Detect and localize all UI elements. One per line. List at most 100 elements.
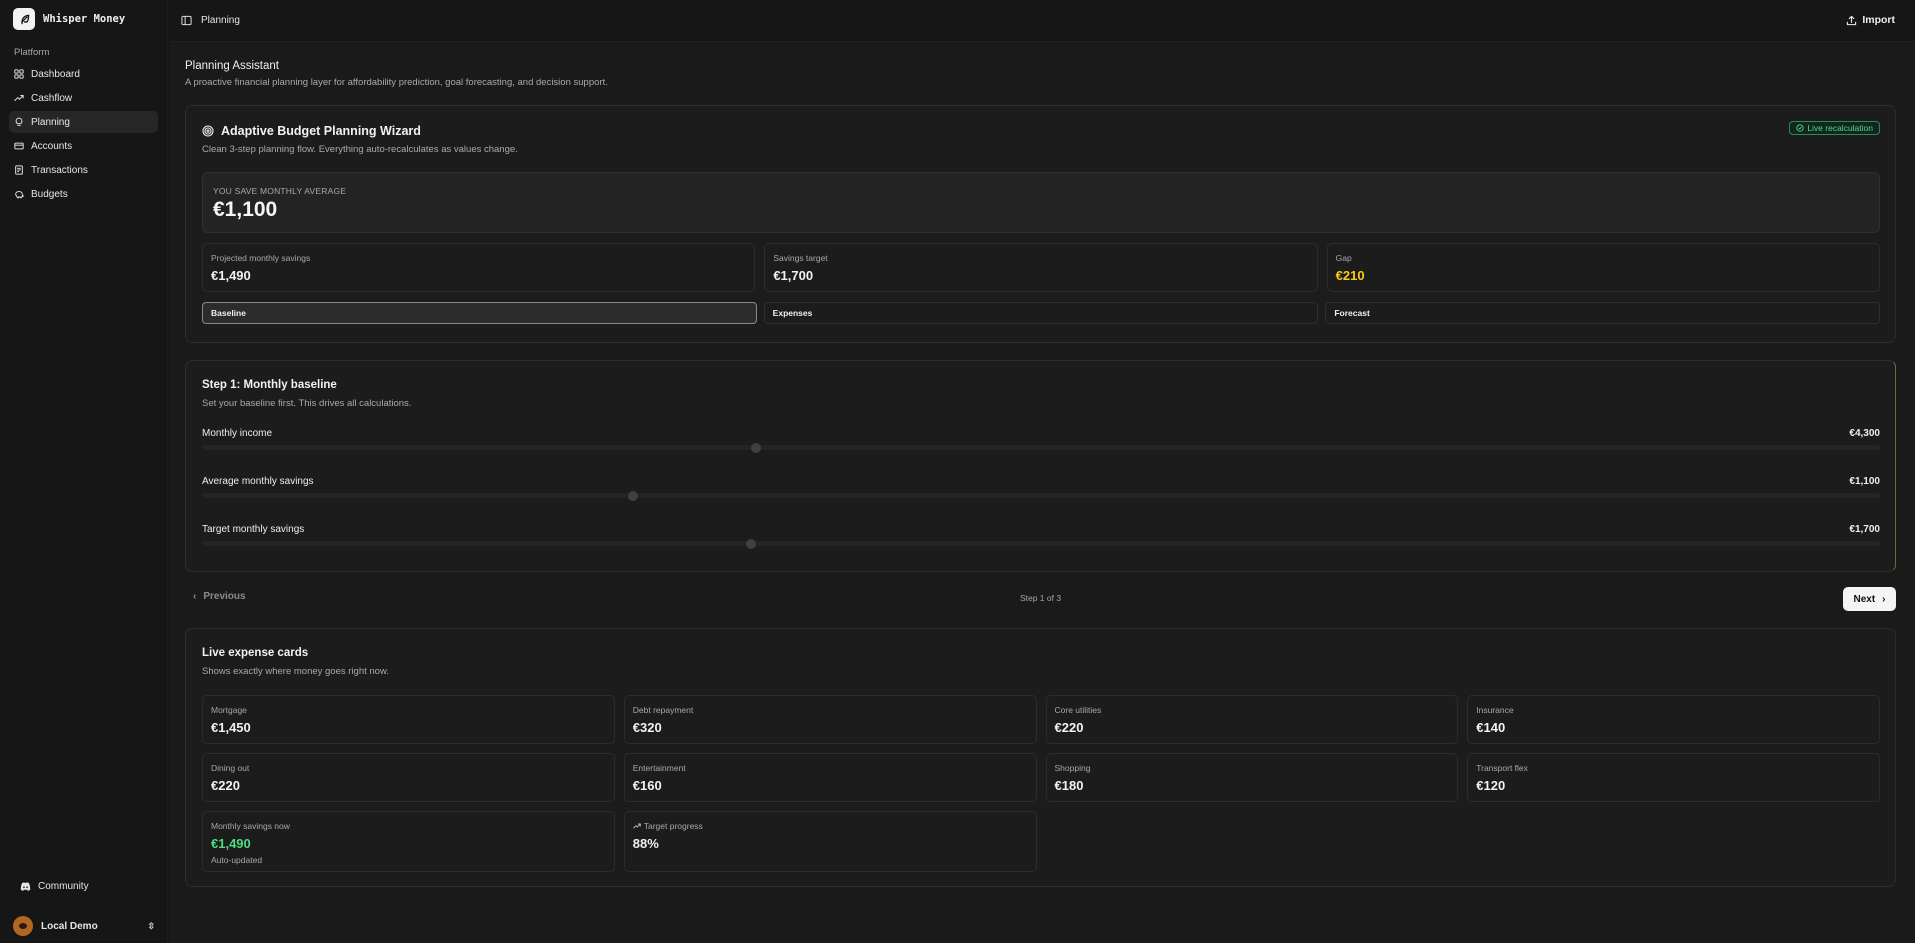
- expense-grid: Mortgage €1,450 Debt repayment €320 Core u…: [202, 695, 1880, 872]
- next-button[interactable]: Next ›: [1843, 587, 1896, 611]
- stat-card-target: Savings target €1,700: [764, 243, 1318, 292]
- expense-label: Dining out: [211, 763, 250, 773]
- wizard-heading: Adaptive Budget Planning Wizard: [202, 124, 421, 138]
- stat-label: Gap: [1335, 253, 1352, 263]
- expense-label: Mortgage: [211, 705, 247, 715]
- expense-card: Entertainment €160: [623, 753, 1037, 802]
- slider-label: Monthly income: [202, 428, 273, 439]
- sidebar-item-label: Cashflow: [31, 92, 73, 104]
- user-menu[interactable]: Local Demo ⇳: [13, 916, 155, 936]
- live-expense-cards: Live expense cards Shows exactly where m…: [185, 628, 1896, 887]
- expense-value: €220: [211, 778, 240, 793]
- baseline-title: Step 1: Monthly baseline: [202, 379, 337, 391]
- trend-up-icon: [632, 823, 641, 829]
- slider-value: €1,700: [1849, 524, 1880, 535]
- piggy-bank-icon: [15, 191, 24, 199]
- savings-now-note: Auto-updated: [211, 855, 263, 865]
- app-name: Whisper Money: [43, 13, 126, 25]
- community-label: Community: [38, 881, 89, 892]
- slider-target-savings: Target monthly savings €1,700: [202, 524, 1880, 552]
- tab-baseline[interactable]: Baseline: [202, 302, 757, 324]
- breadcrumb: Planning: [201, 15, 240, 26]
- stat-card-projected: Projected monthly savings €1,490: [202, 243, 756, 292]
- expense-label: Transport flex: [1476, 763, 1528, 773]
- sidebar-item-dashboard[interactable]: Dashboard: [9, 63, 158, 85]
- lightbulb-icon: [15, 117, 23, 126]
- slider-thumb[interactable]: [745, 538, 756, 549]
- expense-value: €160: [632, 778, 662, 793]
- expenses-title: Live expense cards: [202, 647, 309, 659]
- sidebar-item-accounts[interactable]: Accounts: [9, 135, 158, 157]
- hero-value: €1,100: [213, 198, 278, 221]
- expense-card: Core utilities €220: [1045, 695, 1459, 744]
- tab-forecast[interactable]: Forecast: [1325, 302, 1881, 324]
- expense-card: Transport flex €120: [1467, 753, 1880, 802]
- target-progress-card: Target progress 88%: [623, 811, 1037, 872]
- import-button[interactable]: Import: [1846, 14, 1895, 26]
- expense-label: Insurance: [1476, 705, 1514, 715]
- slider-thumb[interactable]: [628, 490, 639, 501]
- stat-value: €210: [1335, 268, 1365, 283]
- sidebar-item-cashflow[interactable]: Cashflow: [9, 87, 158, 109]
- expense-value: €180: [1054, 778, 1084, 793]
- avatar: [13, 916, 33, 936]
- card-icon: [14, 142, 24, 150]
- sidebar-group-label: Platform: [14, 47, 50, 58]
- expense-card: Dining out €220: [202, 753, 615, 802]
- page-title: Planning Assistant: [185, 60, 279, 72]
- slider-track[interactable]: [202, 490, 1880, 501]
- grid-icon: [14, 69, 24, 79]
- sidebar-toggle-icon[interactable]: [181, 15, 192, 26]
- check-circle-icon: [1796, 124, 1804, 132]
- tab-expenses[interactable]: Expenses: [763, 302, 1319, 324]
- slider-track[interactable]: [202, 442, 1880, 453]
- expense-label: Entertainment: [632, 763, 686, 773]
- status-badge: Live recalculation: [1789, 121, 1880, 135]
- brand[interactable]: Whisper Money: [13, 8, 125, 30]
- discord-icon: [20, 882, 31, 891]
- expense-card: Shopping €180: [1045, 753, 1459, 802]
- step-indicator: Step 1 of 3: [1019, 593, 1062, 603]
- import-label: Import: [1862, 14, 1895, 26]
- slider-track[interactable]: [202, 538, 1880, 549]
- status-badge-label: Live recalculation: [1807, 123, 1873, 133]
- feather-logo-icon: [13, 8, 35, 30]
- savings-now-card: Monthly savings now €1,490 Auto-updated: [202, 811, 615, 872]
- sidebar-nav: Dashboard Cashflow Planning Accounts Tra…: [9, 63, 158, 207]
- stat-label: Savings target: [773, 253, 828, 263]
- stat-label: Projected monthly savings: [211, 253, 311, 263]
- sidebar-item-planning[interactable]: Planning: [9, 111, 158, 133]
- slider-value: €4,300: [1849, 428, 1880, 439]
- receipt-icon: [15, 165, 23, 175]
- slider-thumb[interactable]: [750, 442, 761, 453]
- expense-label: Shopping: [1054, 763, 1091, 773]
- wizard-navigation: ‹ Previous Step 1 of 3 Next ›: [185, 587, 1896, 611]
- wizard-subtitle: Clean 3-step planning flow. Everything a…: [202, 144, 518, 155]
- community-link[interactable]: Community: [20, 881, 89, 892]
- hero-label: YOU SAVE MONTHLY AVERAGE: [213, 186, 347, 196]
- slider-label: Target monthly savings: [202, 524, 305, 535]
- planning-wizard-card: Adaptive Budget Planning Wizard Clean 3-…: [185, 105, 1896, 343]
- expense-value: €140: [1476, 720, 1506, 735]
- upload-icon: [1847, 15, 1857, 25]
- next-label: Next: [1853, 593, 1876, 605]
- slider-average-savings: Average monthly savings €1,100: [202, 476, 1880, 504]
- target-progress-label: Target progress: [643, 821, 703, 831]
- savings-now-label: Monthly savings now: [211, 821, 290, 831]
- chevron-right-icon: ›: [1882, 593, 1886, 605]
- sidebar-item-budgets[interactable]: Budgets: [9, 183, 158, 205]
- trend-up-icon: [14, 95, 24, 101]
- slider-label: Average monthly savings: [202, 476, 314, 487]
- step-tabs: Baseline Expenses Forecast: [202, 302, 1881, 324]
- sidebar-item-label: Transactions: [31, 164, 88, 176]
- target-icon: [202, 125, 214, 137]
- stat-value: €1,700: [773, 268, 814, 283]
- stat-card-gap: Gap €210: [1326, 243, 1880, 292]
- expense-card: Insurance €140: [1467, 695, 1880, 744]
- expense-card: Mortgage €1,450: [202, 695, 615, 744]
- baseline-subtitle: Set your baseline first. This drives all…: [202, 398, 412, 409]
- monthly-average-panel: YOU SAVE MONTHLY AVERAGE €1,100: [202, 172, 1880, 233]
- target-progress-value: 88%: [632, 836, 659, 851]
- sidebar-item-transactions[interactable]: Transactions: [9, 159, 158, 181]
- stat-value: €1,490: [211, 268, 251, 283]
